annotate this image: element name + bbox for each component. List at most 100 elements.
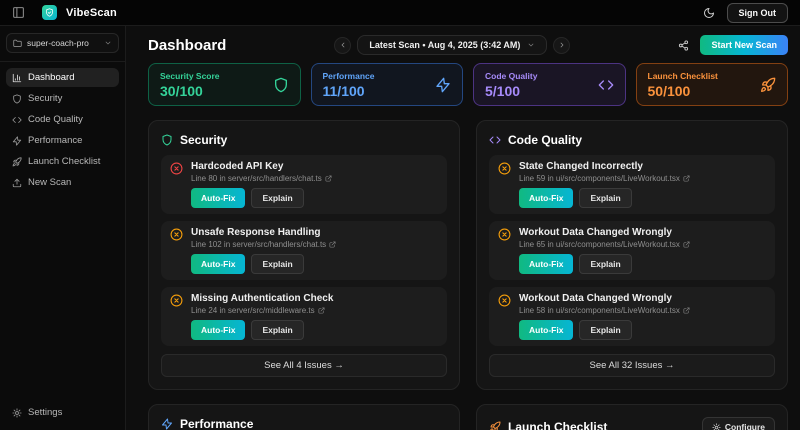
auto-fix-button[interactable]: Auto-Fix	[519, 188, 573, 208]
circle-x-icon	[498, 162, 511, 175]
page-title: Dashboard	[148, 37, 226, 54]
start-new-scan-button[interactable]: Start New Scan	[700, 35, 788, 55]
bar-chart-icon	[12, 73, 22, 83]
shield-icon	[161, 134, 173, 146]
stat-card-launch-checklist[interactable]: Launch Checklist 50/100	[636, 63, 789, 106]
sidebar-item-label: Launch Checklist	[28, 156, 100, 167]
shield-icon	[12, 94, 22, 104]
sidebar-toggle-icon[interactable]	[12, 6, 25, 19]
sidebar-item-label: Performance	[28, 135, 82, 146]
rocket-icon	[489, 421, 501, 430]
chevron-left-icon	[339, 41, 347, 49]
issue-card: Hardcoded API Key Line 80 in server/src/…	[161, 155, 447, 214]
project-selector[interactable]: super-coach-pro	[6, 33, 119, 53]
performance-panel: Performance Inefficient Database Connect…	[148, 404, 460, 430]
stat-card-code-quality[interactable]: Code Quality 5/100	[473, 63, 626, 106]
explain-button[interactable]: Explain	[579, 188, 631, 208]
bolt-icon	[435, 77, 451, 93]
explain-button[interactable]: Explain	[579, 254, 631, 274]
circle-x-icon	[498, 228, 511, 241]
rocket-icon	[12, 157, 22, 167]
issue-location: Line 24 in server/src/middleware.ts	[191, 306, 315, 315]
sidebar-item-label: New Scan	[28, 177, 71, 188]
sidebar-item-launch-checklist[interactable]: Launch Checklist	[6, 152, 119, 171]
sidebar-item-settings[interactable]: Settings	[6, 403, 119, 422]
sidebar-item-new-scan[interactable]: New Scan	[6, 173, 119, 192]
see-all-security-issues-button[interactable]: See All 4 Issues →	[161, 354, 447, 377]
topbar: VibeScan Sign Out	[0, 0, 800, 26]
issue-card: Unsafe Response Handling Line 102 in ser…	[161, 221, 447, 280]
auto-fix-button[interactable]: Auto-Fix	[519, 254, 573, 274]
explain-button[interactable]: Explain	[251, 254, 303, 274]
explain-button[interactable]: Explain	[251, 320, 303, 340]
previous-scan-button[interactable]	[334, 37, 351, 54]
stat-label: Security Score	[160, 71, 220, 81]
sidebar: super-coach-pro Dashboard Security Code …	[0, 26, 126, 430]
scan-navigator: Latest Scan • Aug 4, 2025 (3:42 AM)	[334, 35, 570, 55]
external-link-icon[interactable]	[325, 175, 332, 182]
issue-card: Workout Data Changed Wrongly Line 65 in …	[489, 221, 775, 280]
chevron-down-icon	[527, 41, 535, 49]
issue-card: State Changed Incorrectly Line 59 in ui/…	[489, 155, 775, 214]
panel-title: Security	[180, 133, 227, 147]
sign-out-button[interactable]: Sign Out	[727, 3, 789, 23]
stat-label: Code Quality	[485, 71, 537, 81]
external-link-icon[interactable]	[683, 241, 690, 248]
auto-fix-button[interactable]: Auto-Fix	[191, 188, 245, 208]
see-all-code-quality-issues-button[interactable]: See All 32 Issues →	[489, 354, 775, 377]
stat-value: 11/100	[323, 83, 375, 99]
stat-value: 5/100	[485, 83, 537, 99]
external-link-icon[interactable]	[318, 307, 325, 314]
stat-value: 50/100	[648, 83, 718, 99]
stat-card-security-score[interactable]: Security Score 30/100	[148, 63, 301, 106]
configure-button[interactable]: Configure	[702, 417, 775, 430]
share-icon[interactable]	[678, 40, 689, 51]
rocket-icon	[760, 77, 776, 93]
issue-title: Workout Data Changed Wrongly	[519, 293, 690, 304]
stat-card-performance[interactable]: Performance 11/100	[311, 63, 464, 106]
auto-fix-button[interactable]: Auto-Fix	[191, 254, 245, 274]
sidebar-item-performance[interactable]: Performance	[6, 131, 119, 150]
circle-x-icon	[170, 162, 183, 175]
scan-selector-value: Latest Scan • Aug 4, 2025 (3:42 AM)	[369, 40, 520, 50]
auto-fix-button[interactable]: Auto-Fix	[519, 320, 573, 340]
stat-cards-row: Security Score 30/100 Performance 11/100…	[148, 63, 788, 106]
panels-grid: Security Hardcoded API Key Line 80 in se…	[148, 120, 788, 430]
issue-card: Missing Authentication Check Line 24 in …	[161, 287, 447, 346]
panel-title: Launch Checklist	[508, 420, 607, 430]
external-link-icon[interactable]	[683, 175, 690, 182]
issue-title: Hardcoded API Key	[191, 161, 332, 172]
shield-icon	[273, 77, 289, 93]
sidebar-nav: Dashboard Security Code Quality Performa…	[6, 68, 119, 192]
sidebar-item-label: Settings	[28, 407, 62, 418]
theme-toggle-moon-icon[interactable]	[703, 7, 715, 19]
auto-fix-button[interactable]: Auto-Fix	[191, 320, 245, 340]
sidebar-item-dashboard[interactable]: Dashboard	[6, 68, 119, 87]
code-icon	[12, 115, 22, 125]
upload-icon	[12, 178, 22, 188]
code-icon	[598, 77, 614, 93]
issue-location: Line 102 in server/src/handlers/chat.ts	[191, 240, 326, 249]
next-scan-button[interactable]	[553, 37, 570, 54]
code-icon	[489, 134, 501, 146]
gear-icon	[12, 408, 22, 418]
scan-selector-dropdown[interactable]: Latest Scan • Aug 4, 2025 (3:42 AM)	[357, 35, 547, 55]
sidebar-divider	[0, 61, 125, 62]
panel-title: Performance	[180, 417, 253, 430]
explain-button[interactable]: Explain	[579, 320, 631, 340]
launch-checklist-panel: Launch Checklist Configure 2 Passed 2 Pa…	[476, 404, 788, 430]
project-name: super-coach-pro	[27, 38, 89, 48]
issue-location: Line 80 in server/src/handlers/chat.ts	[191, 174, 322, 183]
issue-title: State Changed Incorrectly	[519, 161, 690, 172]
external-link-icon[interactable]	[329, 241, 336, 248]
sidebar-item-label: Code Quality	[28, 114, 83, 125]
sidebar-item-security[interactable]: Security	[6, 89, 119, 108]
app-name: VibeScan	[66, 7, 117, 19]
configure-label: Configure	[725, 422, 765, 430]
explain-button[interactable]: Explain	[251, 188, 303, 208]
folder-icon	[13, 39, 22, 48]
sidebar-item-code-quality[interactable]: Code Quality	[6, 110, 119, 129]
external-link-icon[interactable]	[683, 307, 690, 314]
stat-label: Launch Checklist	[648, 71, 718, 81]
vibescan-logo	[42, 5, 57, 20]
